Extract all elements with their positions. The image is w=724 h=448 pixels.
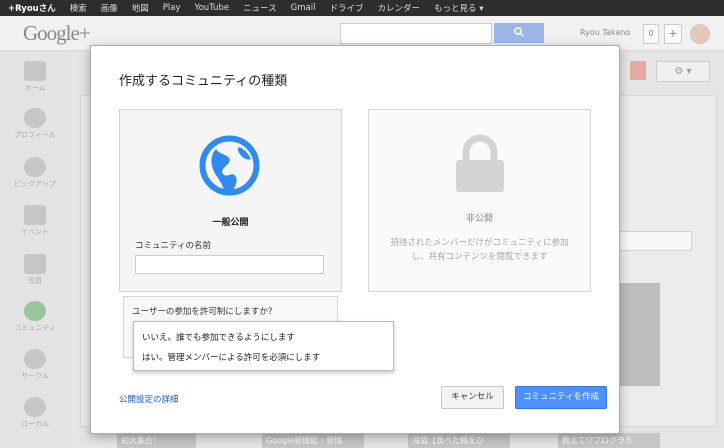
background-tile: 初大集合！ — [117, 433, 196, 448]
private-description: 招待されたメンバーだけがコミュニティに参加し、共有コンテンツを閲覧できます — [390, 238, 569, 262]
approval-dropdown-menu[interactable]: いいえ。誰でも参加できるようにします はい。管理メンバーによる許可を必須にします — [133, 321, 394, 371]
sidebar-item-label: ピックアップ — [14, 180, 56, 188]
sidebar-item-local[interactable]: ローカル — [0, 397, 70, 429]
search-button[interactable] — [494, 23, 544, 43]
private-option[interactable]: 非公開 招待されたメンバーだけがコミュニティに参加し、共有コンテンツを閲覧できま… — [368, 109, 591, 292]
sidebar-item-circles[interactable]: サークル — [0, 349, 70, 381]
topbar-images-link[interactable]: 画像 — [94, 2, 125, 14]
calendar-icon — [24, 205, 46, 225]
community-name-input[interactable] — [135, 255, 324, 274]
sidebar-item-label: ホーム — [24, 84, 46, 92]
dialog-title: 作成するコミュニティの種類 — [119, 74, 288, 89]
sidebar-item-events[interactable]: イベント — [0, 205, 70, 237]
sidebar-item-label: 写真 — [28, 277, 42, 285]
private-label: 非公開 — [465, 214, 493, 224]
background-gear-button: ⚙ ▾ — [656, 61, 710, 82]
topbar-play-link[interactable]: Play — [156, 3, 188, 13]
option-anyone-can-join[interactable]: いいえ。誰でも参加できるようにします — [142, 331, 295, 343]
sidebar-item-home[interactable]: ホーム — [0, 61, 70, 93]
community-icon — [24, 301, 46, 321]
explore-icon — [24, 157, 46, 177]
topbar-more-link[interactable]: もっと見る ▾ — [427, 2, 490, 14]
google-plus-logo[interactable]: Google+ — [23, 21, 91, 46]
privacy-details-link[interactable]: 公開設定の詳細 — [119, 393, 179, 405]
home-icon — [24, 61, 46, 81]
sidebar-item-label: プロフィール — [14, 131, 56, 139]
camera-icon — [24, 254, 46, 274]
search-input[interactable] — [340, 23, 492, 44]
sidebar-item-explore[interactable]: ピックアップ — [0, 157, 70, 189]
circles-icon — [24, 349, 46, 369]
top-navigation-bar: +Ryouさん 検索 画像 地図 Play YouTube ニュース Gmail… — [0, 0, 724, 16]
background-tile: 教えて!?プログラミ — [558, 433, 660, 448]
create-community-dialog: 作成するコミュニティの種類 一般公開 コミュニティの名前 非公開 招待されたメン… — [90, 45, 620, 434]
sidebar: ホーム プロフィール ピックアップ イベント 写真 コミュニティ サークル ロー… — [0, 51, 70, 448]
share-plus-button[interactable]: + — [664, 24, 682, 44]
public-label: 一般公開 — [212, 218, 249, 228]
option-require-approval[interactable]: はい。管理メンバーによる許可を必須にします — [142, 351, 320, 363]
topbar-search-link[interactable]: 検索 — [63, 2, 94, 14]
background-red-button — [630, 61, 646, 80]
topbar-drive-link[interactable]: ドライブ — [322, 2, 370, 14]
public-option[interactable]: 一般公開 コミュニティの名前 — [119, 109, 342, 292]
sidebar-item-label: サークル — [21, 372, 49, 380]
globe-icon — [199, 135, 260, 196]
search-icon — [514, 27, 524, 37]
topbar-calendar-link[interactable]: カレンダー — [370, 2, 427, 14]
background-tile: Google新機能・新情 — [262, 433, 364, 448]
community-name-label: コミュニティの名前 — [135, 241, 211, 251]
topbar-gmail-link[interactable]: Gmail — [284, 3, 323, 13]
avatar[interactable] — [690, 24, 710, 44]
background-card — [620, 283, 660, 386]
sidebar-item-label: ローカル — [21, 420, 49, 428]
sidebar-item-photos[interactable]: 写真 — [0, 254, 70, 286]
lock-icon — [456, 134, 504, 192]
pin-icon — [24, 397, 46, 417]
topbar-maps-link[interactable]: 地図 — [125, 2, 156, 14]
user-name[interactable]: Ryou Takano — [580, 28, 630, 37]
profile-icon — [24, 108, 46, 128]
approval-question: ユーザーの参加を許可制にしますか？ — [132, 307, 277, 317]
sidebar-item-label: コミュニティ — [14, 324, 56, 332]
notification-count[interactable]: 0 — [643, 24, 659, 44]
topbar-youtube-link[interactable]: YouTube — [188, 3, 237, 13]
sidebar-item-label: イベント — [21, 228, 49, 236]
sidebar-item-communities[interactable]: コミュニティ — [0, 301, 70, 333]
sidebar-item-profile[interactable]: プロフィール — [0, 108, 70, 140]
background-tile: 海猫【食べた麺をひ — [408, 433, 510, 448]
topbar-user-link[interactable]: +Ryouさん — [0, 2, 63, 14]
cancel-button[interactable]: キャンセル — [441, 386, 504, 409]
topbar-news-link[interactable]: ニュース — [236, 2, 284, 14]
create-community-button[interactable]: コミュニティを作成 — [515, 386, 607, 409]
